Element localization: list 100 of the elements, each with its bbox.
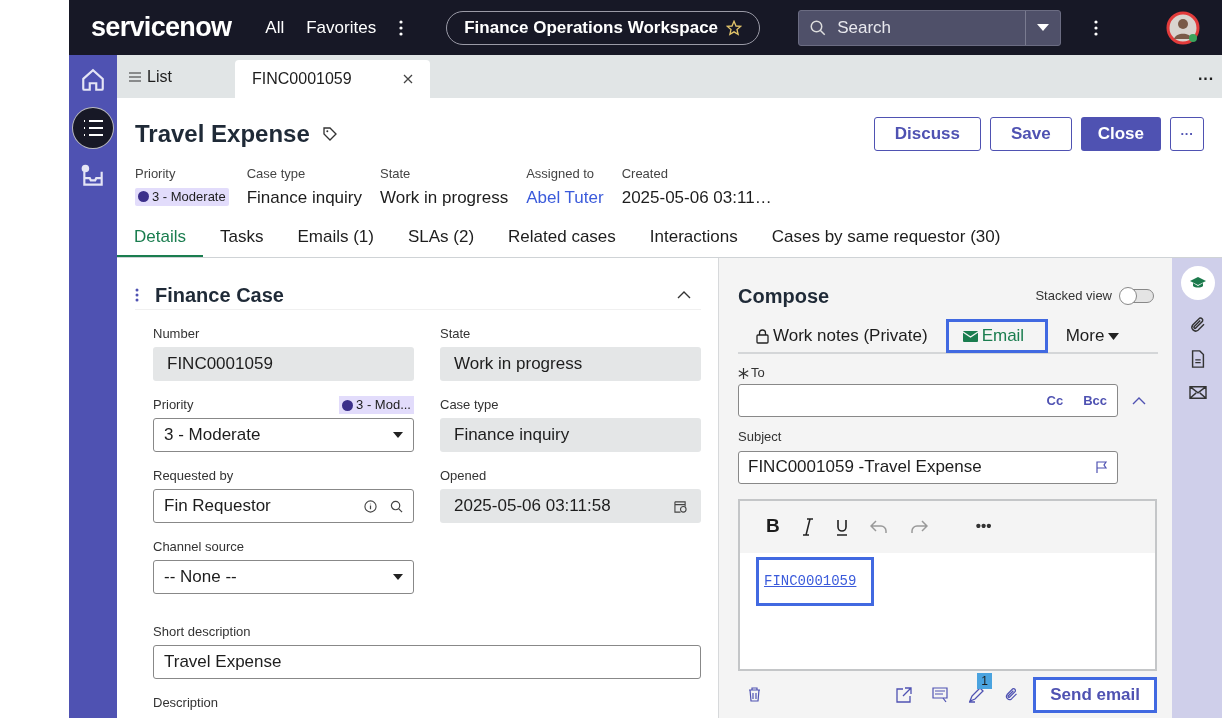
action-button[interactable]: Save [990, 117, 1072, 151]
nav-link[interactable]: Favorites [306, 14, 377, 41]
list-icon [129, 71, 141, 82]
count-badge: 1 [977, 672, 992, 689]
field-label: Created [621, 165, 669, 183]
undo-icon[interactable] [869, 519, 888, 534]
field-label: Priority [135, 165, 177, 183]
document-icon[interactable] [1190, 350, 1206, 368]
template-icon[interactable] [932, 686, 949, 703]
lock-icon [756, 328, 769, 344]
tag-icon[interactable] [321, 126, 338, 142]
tab[interactable]: FINC0001059 [235, 60, 430, 98]
rich-text-editor[interactable]: B ••• FINC0001059 [738, 498, 1157, 671]
more-button[interactable]: ··· [1198, 67, 1214, 91]
chevron-up-icon[interactable] [1132, 396, 1146, 405]
redo-icon[interactable] [909, 519, 928, 534]
underline-icon[interactable] [835, 517, 848, 536]
priority-badge: 3 - Mod... [339, 396, 414, 414]
search-icon [809, 18, 828, 37]
stacked-view-toggle[interactable] [1120, 289, 1154, 303]
record-tab[interactable]: SLAs (2) [390, 219, 492, 257]
envelope-icon [962, 330, 978, 342]
pen-icon[interactable] [968, 686, 985, 703]
field-label: To [751, 364, 765, 383]
drag-handle-icon[interactable] [135, 287, 139, 302]
calendar-icon[interactable] [674, 499, 687, 513]
nav-link[interactable]: All [265, 14, 285, 41]
more-icon[interactable] [1093, 19, 1100, 36]
compose-title: Compose [738, 284, 830, 309]
input-field[interactable]: Fin Requestor [153, 489, 414, 523]
field-label: Case type [246, 165, 307, 183]
dropdown-caret-icon [393, 432, 403, 438]
more-button[interactable]: ••• [975, 515, 992, 538]
priority-badge: 3 - Moderate [135, 187, 229, 206]
dropdown-caret-icon [393, 574, 403, 580]
record-tab[interactable]: Cases by same requestor (30) [754, 219, 1018, 257]
record-tab[interactable]: Tasks [202, 219, 281, 257]
field-value: Finance inquiry [246, 186, 362, 209]
field-label: Channel source [153, 538, 245, 557]
inbox-icon[interactable] [80, 163, 106, 189]
paperclip-icon[interactable] [1189, 316, 1207, 334]
action-button[interactable]: Close [1080, 117, 1161, 151]
input-field: FINC0001059 [153, 347, 414, 381]
field-label: Priority [153, 396, 194, 415]
record-tab[interactable]: Related cases [491, 219, 633, 257]
avatar-icon[interactable] [1166, 10, 1200, 45]
bold-button[interactable]: B [766, 512, 780, 541]
recipient-link[interactable]: Cc [1046, 390, 1064, 411]
graduation-cap-icon[interactable] [1181, 266, 1215, 300]
home-icon[interactable] [80, 67, 106, 93]
toggle-label: Stacked view [1035, 287, 1112, 306]
compose-tab[interactable]: Email [945, 319, 1048, 353]
italic-icon[interactable] [801, 517, 814, 536]
case-link[interactable]: FINC0001059 [756, 556, 874, 606]
external-link-icon[interactable] [896, 686, 913, 703]
field-label: Opened [440, 467, 487, 486]
envelope-icon[interactable] [1189, 384, 1207, 400]
subject-field[interactable]: FINC0001059 -Travel Expense [738, 450, 1118, 484]
field-label: Short description [153, 623, 251, 642]
field-label: Case type [440, 396, 499, 415]
paperclip-icon[interactable] [1004, 687, 1020, 702]
info-icon[interactable] [364, 499, 377, 513]
input-field: Finance inquiry [440, 418, 701, 452]
search-icon[interactable] [390, 499, 403, 513]
field-label: State [380, 165, 412, 183]
assigned-to-link[interactable]: Abel Tuter [526, 184, 604, 210]
record-tab[interactable]: Interactions [632, 219, 755, 257]
field-label: Number [153, 325, 200, 344]
trash-icon[interactable] [748, 687, 761, 702]
list-icon[interactable] [72, 107, 114, 149]
field-label: Requested by [153, 467, 234, 486]
record-title: Travel Expense [135, 119, 310, 149]
input-field[interactable]: Travel Expense [153, 645, 701, 679]
record-tab[interactable]: Emails (1) [280, 219, 391, 257]
flag-icon[interactable] [1096, 461, 1108, 473]
send-email-button[interactable]: Send email [1033, 676, 1157, 713]
action-button[interactable]: Discuss [873, 117, 981, 151]
input-field[interactable]: 2025-05-06 03:11:58 [440, 489, 701, 523]
to-field[interactable]: Cc Bcc [738, 384, 1118, 417]
star-icon [726, 19, 743, 36]
dropdown-field[interactable]: 3 - Moderate [153, 418, 414, 452]
servicenow-logo[interactable]: servicenow [91, 7, 232, 48]
recipient-link[interactable]: Bcc [1083, 390, 1107, 411]
field-label: Description [153, 694, 219, 713]
more-icon[interactable] [398, 19, 405, 36]
more-button[interactable]: ··· [1170, 117, 1204, 151]
tab[interactable]: List [117, 55, 235, 98]
compose-tab[interactable]: Work notes (Private) [738, 319, 946, 353]
dropdown-field[interactable]: -- None -- [153, 560, 414, 594]
field-value: 2025-05-06 03:11… [621, 186, 772, 209]
search-field[interactable]: Search [798, 9, 1062, 46]
close-icon[interactable] [403, 74, 413, 84]
field-label: Subject [738, 428, 783, 446]
compose-tab[interactable]: More [1047, 319, 1138, 353]
chevron-up-icon[interactable] [677, 290, 691, 299]
input-field: Work in progress [440, 347, 701, 381]
section-title: Finance Case [155, 282, 284, 308]
dropdown-caret-icon[interactable] [1037, 23, 1050, 32]
field-label: Assigned to [526, 165, 596, 183]
field-value: Work in progress [380, 186, 509, 209]
